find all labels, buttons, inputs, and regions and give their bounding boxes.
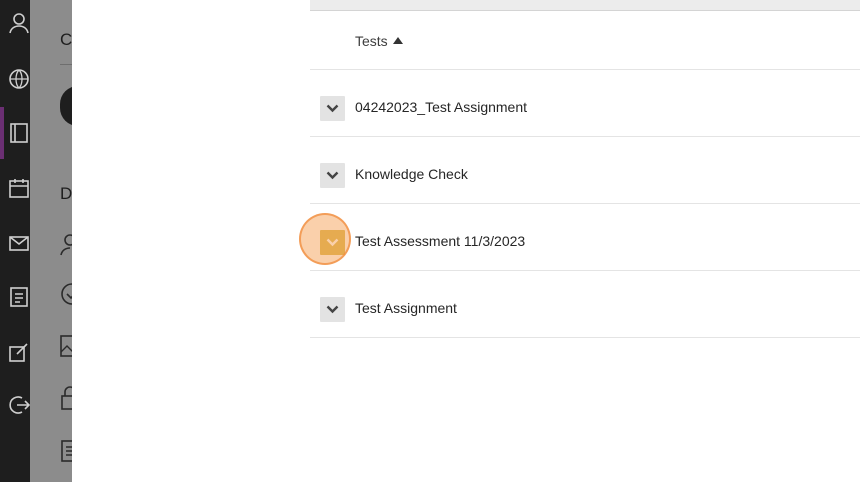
avatar[interactable]: [60, 86, 72, 126]
chevron-down-icon: [326, 305, 339, 314]
globe-icon[interactable]: [8, 68, 30, 90]
clipboard-icon: [61, 440, 72, 462]
check-circle-icon: [61, 283, 72, 305]
click-indicator: [299, 213, 351, 265]
calendar-icon[interactable]: [8, 177, 30, 199]
side-panel-overlay: C D: [30, 0, 72, 482]
table-header: Tests: [310, 11, 860, 70]
row-label[interactable]: 04242023_Test Assignment: [355, 99, 527, 115]
side-panel-section-heading: D: [60, 184, 72, 203]
table-row: Test Assignment: [310, 271, 860, 338]
row-label[interactable]: Test Assignment: [355, 300, 457, 316]
user-icon[interactable]: [8, 12, 30, 34]
expand-row-button[interactable]: [320, 297, 345, 322]
mail-icon[interactable]: [8, 232, 30, 254]
side-panel-heading: C: [60, 30, 72, 49]
chevron-down-icon: [326, 104, 339, 113]
table-row: Knowledge Check: [310, 137, 860, 204]
edit-icon[interactable]: [8, 341, 30, 363]
tests-column-header[interactable]: Tests: [355, 33, 388, 49]
courses-icon[interactable]: [8, 122, 30, 144]
row-label[interactable]: Test Assessment 11/3/2023: [355, 233, 525, 249]
image-icon: [60, 335, 72, 357]
left-nav-rail: [0, 0, 30, 482]
expand-row-button[interactable]: [320, 163, 345, 188]
side-panel-divider: [60, 64, 72, 65]
expand-row-button[interactable]: [320, 96, 345, 121]
person-icon: [60, 234, 72, 256]
sort-ascending-icon[interactable]: [393, 36, 403, 44]
table-row: 04242023_Test Assignment: [310, 70, 860, 137]
signout-icon[interactable]: [8, 394, 30, 416]
table-row: Test Assessment 11/3/2023: [310, 204, 860, 271]
row-label[interactable]: Knowledge Check: [355, 166, 468, 182]
top-bar: [310, 0, 860, 11]
chevron-down-icon: [326, 171, 339, 180]
nav-active-indicator: [0, 107, 4, 159]
lock-icon: [61, 386, 72, 410]
grades-icon[interactable]: [8, 286, 30, 308]
